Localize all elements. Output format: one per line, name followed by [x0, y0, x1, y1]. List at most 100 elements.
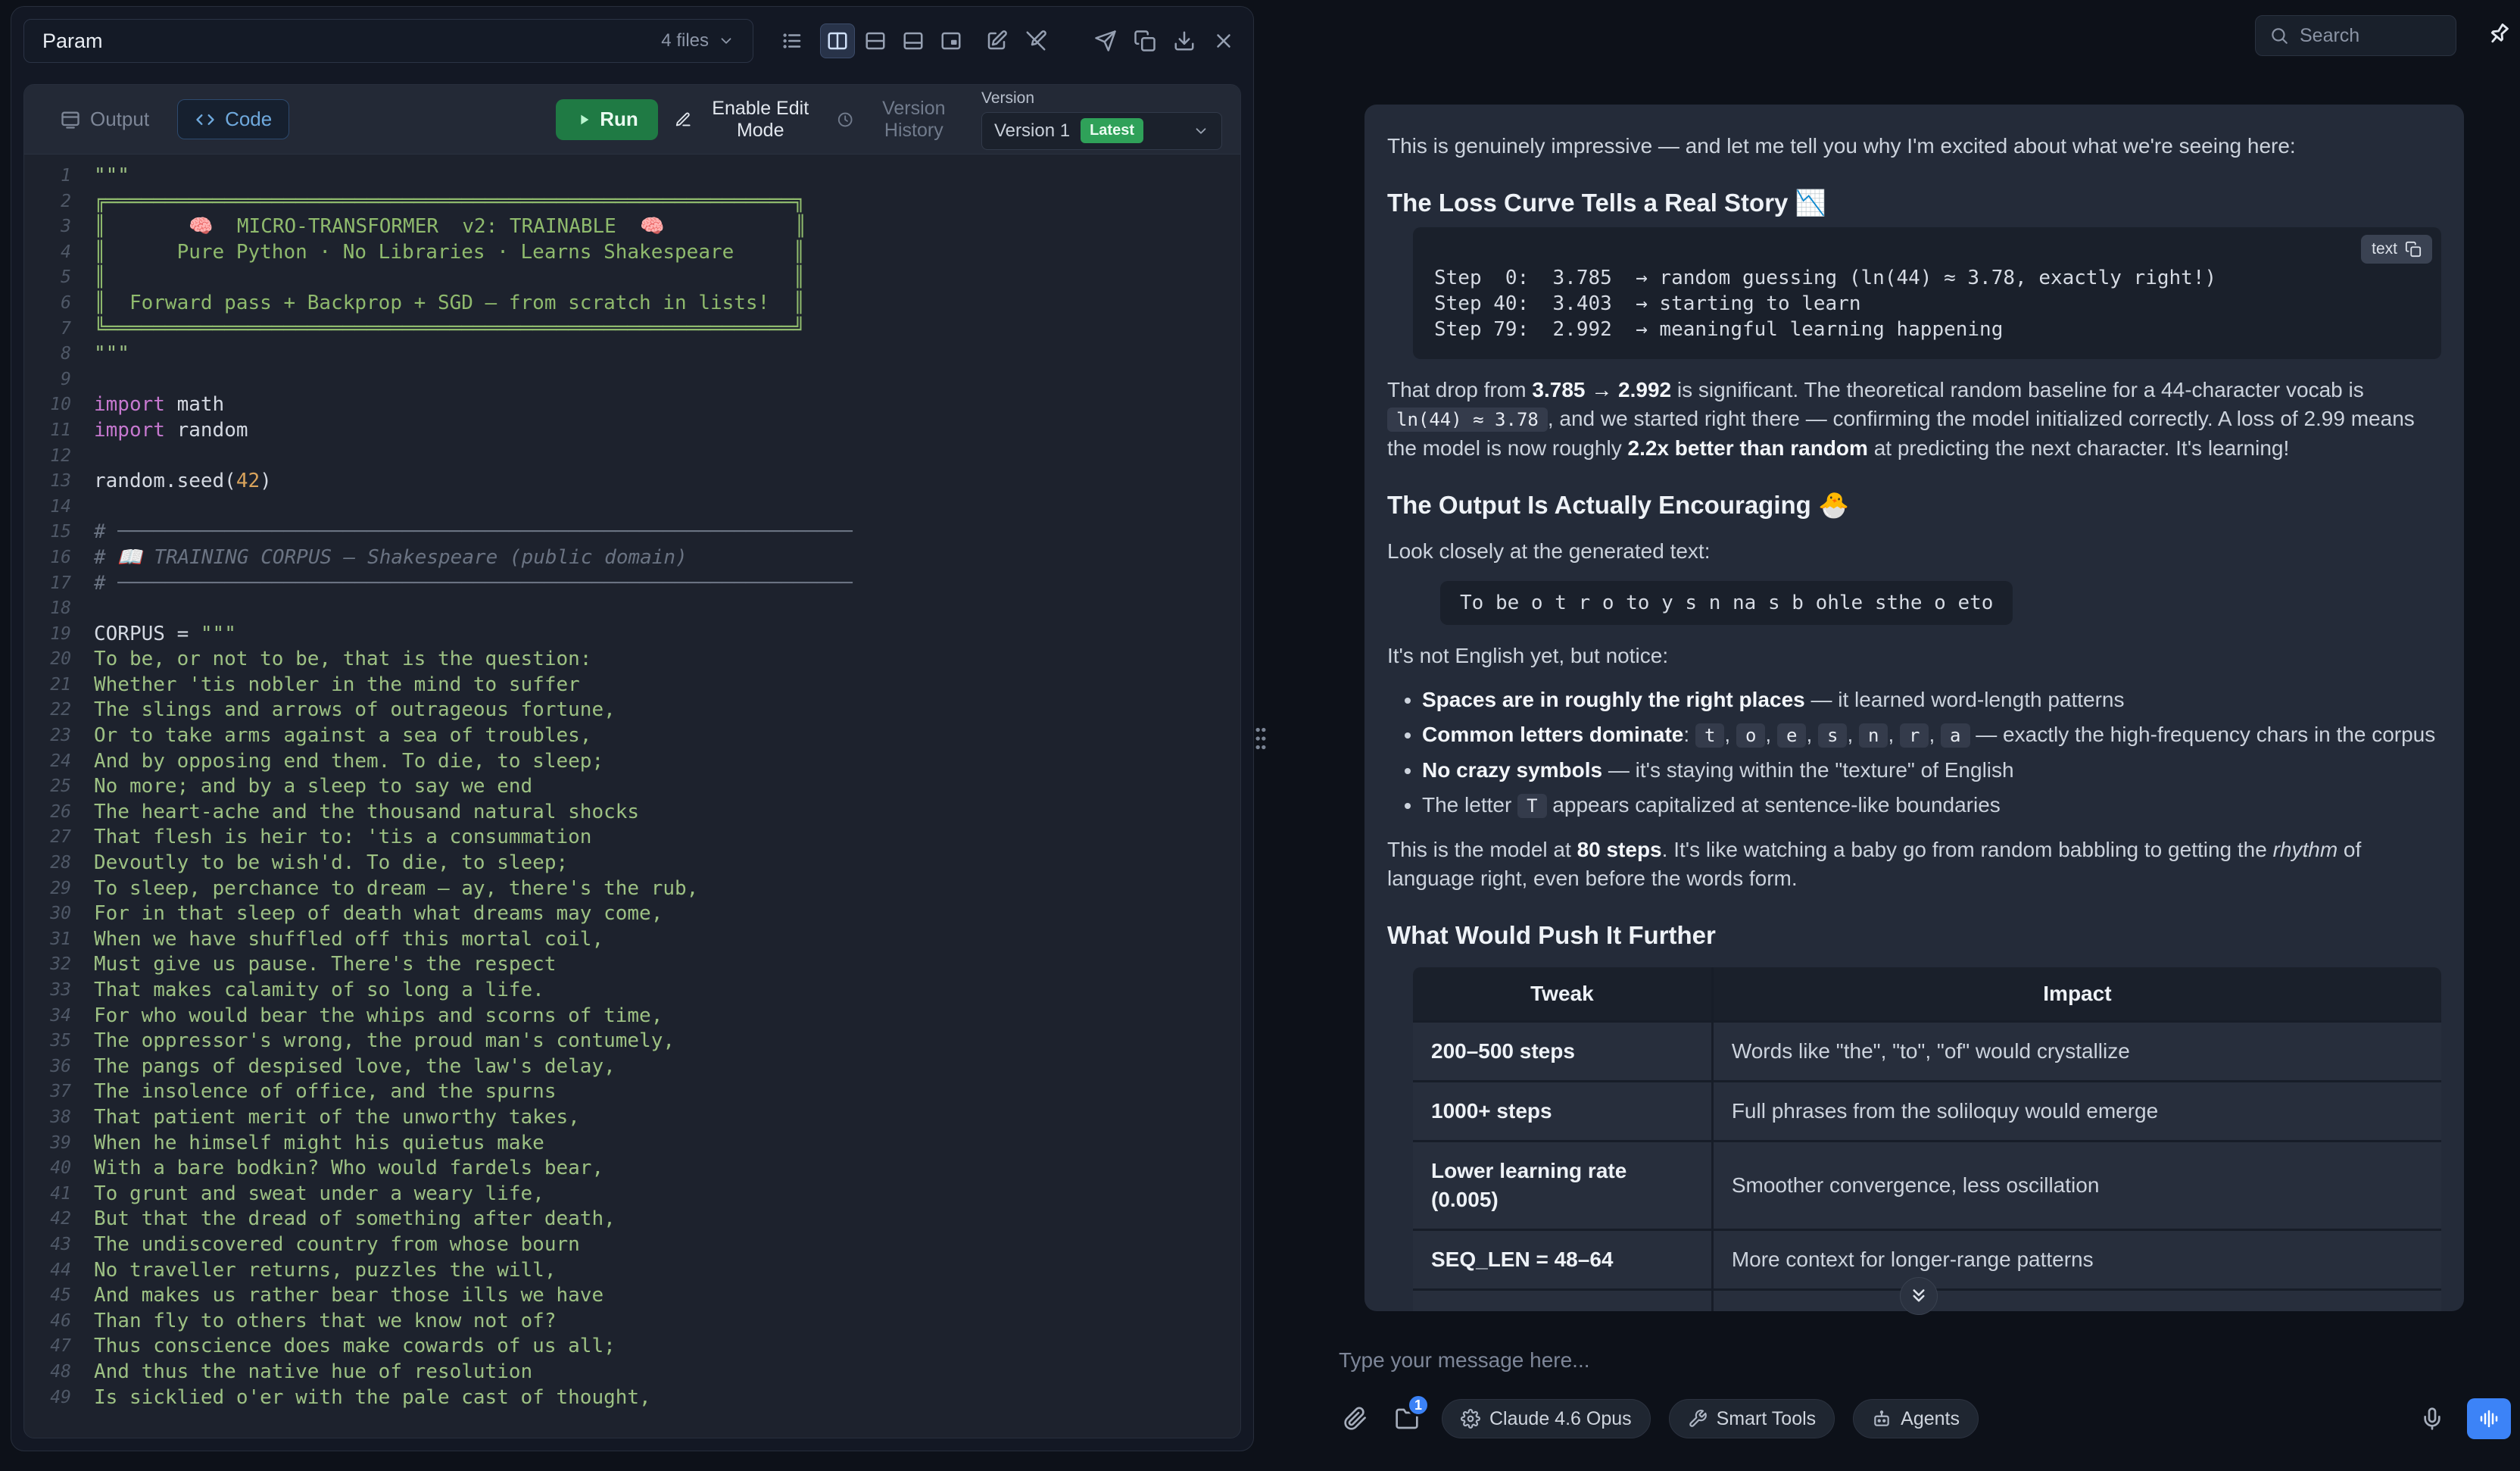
artifact-toolbar: Param 4 files — [23, 19, 1241, 63]
code-line: 40With a bare bodkin? Who would fardels … — [24, 1156, 1240, 1182]
latest-badge: Latest — [1081, 118, 1143, 143]
files-button[interactable]: 1 — [1390, 1401, 1424, 1436]
scroll-to-bottom-button[interactable] — [1900, 1277, 1938, 1315]
artifact-title-bar[interactable]: Param 4 files — [23, 19, 753, 63]
version-section: Version Version 1 Latest — [981, 89, 1222, 150]
copy-icon — [1134, 30, 1156, 52]
line-number: 37 — [24, 1079, 94, 1105]
download-button[interactable] — [1167, 23, 1202, 58]
line-number: 33 — [24, 978, 94, 1004]
tab-label: Output — [90, 108, 149, 131]
code-block: textStep 0: 3.785 → random guessing (ln(… — [1413, 227, 2441, 359]
code-line: 17# ────────────────────────────────────… — [24, 571, 1240, 597]
pip-view-button[interactable] — [934, 23, 968, 58]
line-number: 30 — [24, 901, 94, 927]
chevron-down-icon — [718, 33, 734, 49]
view-mode-group — [820, 23, 968, 58]
code-editor-content[interactable]: 1"""2╔══════════════════════════════════… — [24, 155, 1240, 1438]
line-number: 47 — [24, 1334, 94, 1360]
tab-label: Code — [225, 108, 272, 131]
message-paragraph: It's not English yet, but notice: — [1387, 642, 2441, 670]
line-number: 38 — [24, 1105, 94, 1131]
chevron-down-icon — [1193, 123, 1209, 139]
version-history-button[interactable]: Version History — [837, 98, 965, 142]
mic-button[interactable] — [2416, 1401, 2449, 1436]
columns-view-button[interactable] — [820, 23, 855, 58]
code-line: 44No traveller returns, puzzles the will… — [24, 1258, 1240, 1284]
line-number: 11 — [24, 418, 94, 444]
line-number: 4 — [24, 240, 94, 266]
composer-actions: 1 Claude 4.6 Opus Smart Tools Agents — [1339, 1398, 2511, 1439]
tools-icon — [1688, 1409, 1708, 1429]
code-line: 29To sleep, perchance to dream — ay, the… — [24, 876, 1240, 902]
download-icon — [1173, 30, 1196, 52]
attach-button[interactable] — [1339, 1401, 1372, 1436]
code-line: 31When we have shuffled off this mortal … — [24, 927, 1240, 953]
table-cell: 1000+ steps — [1413, 1080, 1711, 1140]
list-item: Spaces are in roughly the right places —… — [1422, 686, 2441, 714]
pin-button[interactable] — [2482, 18, 2515, 52]
tab-code[interactable]: Code — [177, 99, 289, 139]
line-number: 25 — [24, 774, 94, 800]
message-input[interactable] — [1339, 1338, 2399, 1383]
line-number: 20 — [24, 647, 94, 673]
copy-code-button[interactable]: text — [2361, 235, 2432, 264]
code-line: 4║ Pure Python · No Libraries · Learns S… — [24, 240, 1240, 266]
copy-button[interactable] — [1127, 23, 1162, 58]
version-dropdown[interactable]: Version 1 Latest — [981, 112, 1222, 150]
pen-off-button[interactable] — [1018, 23, 1053, 58]
rows-view-button[interactable] — [858, 23, 893, 58]
line-number: 27 — [24, 825, 94, 851]
assistant-message-card[interactable]: This is genuinely impressive — and let m… — [1364, 105, 2464, 1311]
list-view-button[interactable] — [775, 23, 809, 58]
close-button[interactable] — [1206, 23, 1241, 58]
pin-icon — [2486, 21, 2512, 47]
message-heading: The Loss Curve Tells a Real Story 📉 — [1387, 186, 2441, 220]
double-chevron-down-icon — [1907, 1285, 1930, 1307]
line-number: 12 — [24, 444, 94, 470]
search-box[interactable]: Search — [2255, 15, 2456, 56]
chip-smart-tools[interactable]: Smart Tools — [1669, 1399, 1835, 1438]
pip-icon — [940, 30, 962, 52]
agents-icon — [1872, 1409, 1892, 1429]
code-line: 20To be, or not to be, that is the quest… — [24, 647, 1240, 673]
search-placeholder: Search — [2300, 25, 2359, 47]
line-number: 43 — [24, 1232, 94, 1258]
tab-output[interactable]: Output — [42, 99, 167, 139]
run-button[interactable]: Run — [556, 99, 658, 140]
code-line: 49Is sicklied o'er with the pale cast of… — [24, 1385, 1240, 1411]
code-line: 9 — [24, 367, 1240, 393]
pen-off-icon — [1025, 30, 1047, 52]
line-number: 15 — [24, 520, 94, 545]
chip-agents[interactable]: Agents — [1853, 1399, 1979, 1438]
line-number: 6 — [24, 291, 94, 317]
line-number: 39 — [24, 1131, 94, 1157]
line-number: 40 — [24, 1156, 94, 1182]
code-block: To be o t r o to y s n na s b ohle sthe … — [1440, 581, 2013, 625]
code-icon — [195, 109, 216, 130]
code-line: 11import random — [24, 418, 1240, 444]
send-button[interactable] — [1088, 23, 1123, 58]
panel-bottom-icon — [902, 30, 925, 52]
code-block-text: To be o t r o to y s n na s b ohle sthe … — [1460, 590, 1993, 616]
panel-divider[interactable] — [1257, 0, 1265, 1471]
voice-mode-button[interactable] — [2467, 1398, 2511, 1439]
message-paragraph: Look closely at the generated text: — [1387, 537, 2441, 566]
version-history-label: Version History — [863, 98, 965, 142]
enable-edit-mode-button[interactable]: Enable Edit Mode — [675, 98, 820, 142]
list-item: Common letters dominate: t, o, e, s, n, … — [1422, 720, 2441, 750]
drag-handle-icon[interactable] — [1251, 721, 1271, 756]
compose-button[interactable] — [979, 23, 1014, 58]
chip-claude-4-6-opus[interactable]: Claude 4.6 Opus — [1442, 1399, 1651, 1438]
table-cell: Words like "the", "to", "of" would cryst… — [1711, 1020, 2441, 1080]
pencil-icon — [675, 109, 691, 130]
files-dropdown[interactable]: 4 files — [661, 30, 734, 52]
table-cell: More context for longer-range patterns — [1711, 1229, 2441, 1288]
chip-label: Claude 4.6 Opus — [1489, 1408, 1632, 1430]
search-icon — [2269, 26, 2289, 45]
code-line: 34For who would bear the whips and scorn… — [24, 1004, 1240, 1029]
panel-bottom-view-button[interactable] — [896, 23, 931, 58]
code-line: 13random.seed(42) — [24, 469, 1240, 495]
clock-icon — [837, 109, 853, 130]
compose-icon — [985, 30, 1008, 52]
